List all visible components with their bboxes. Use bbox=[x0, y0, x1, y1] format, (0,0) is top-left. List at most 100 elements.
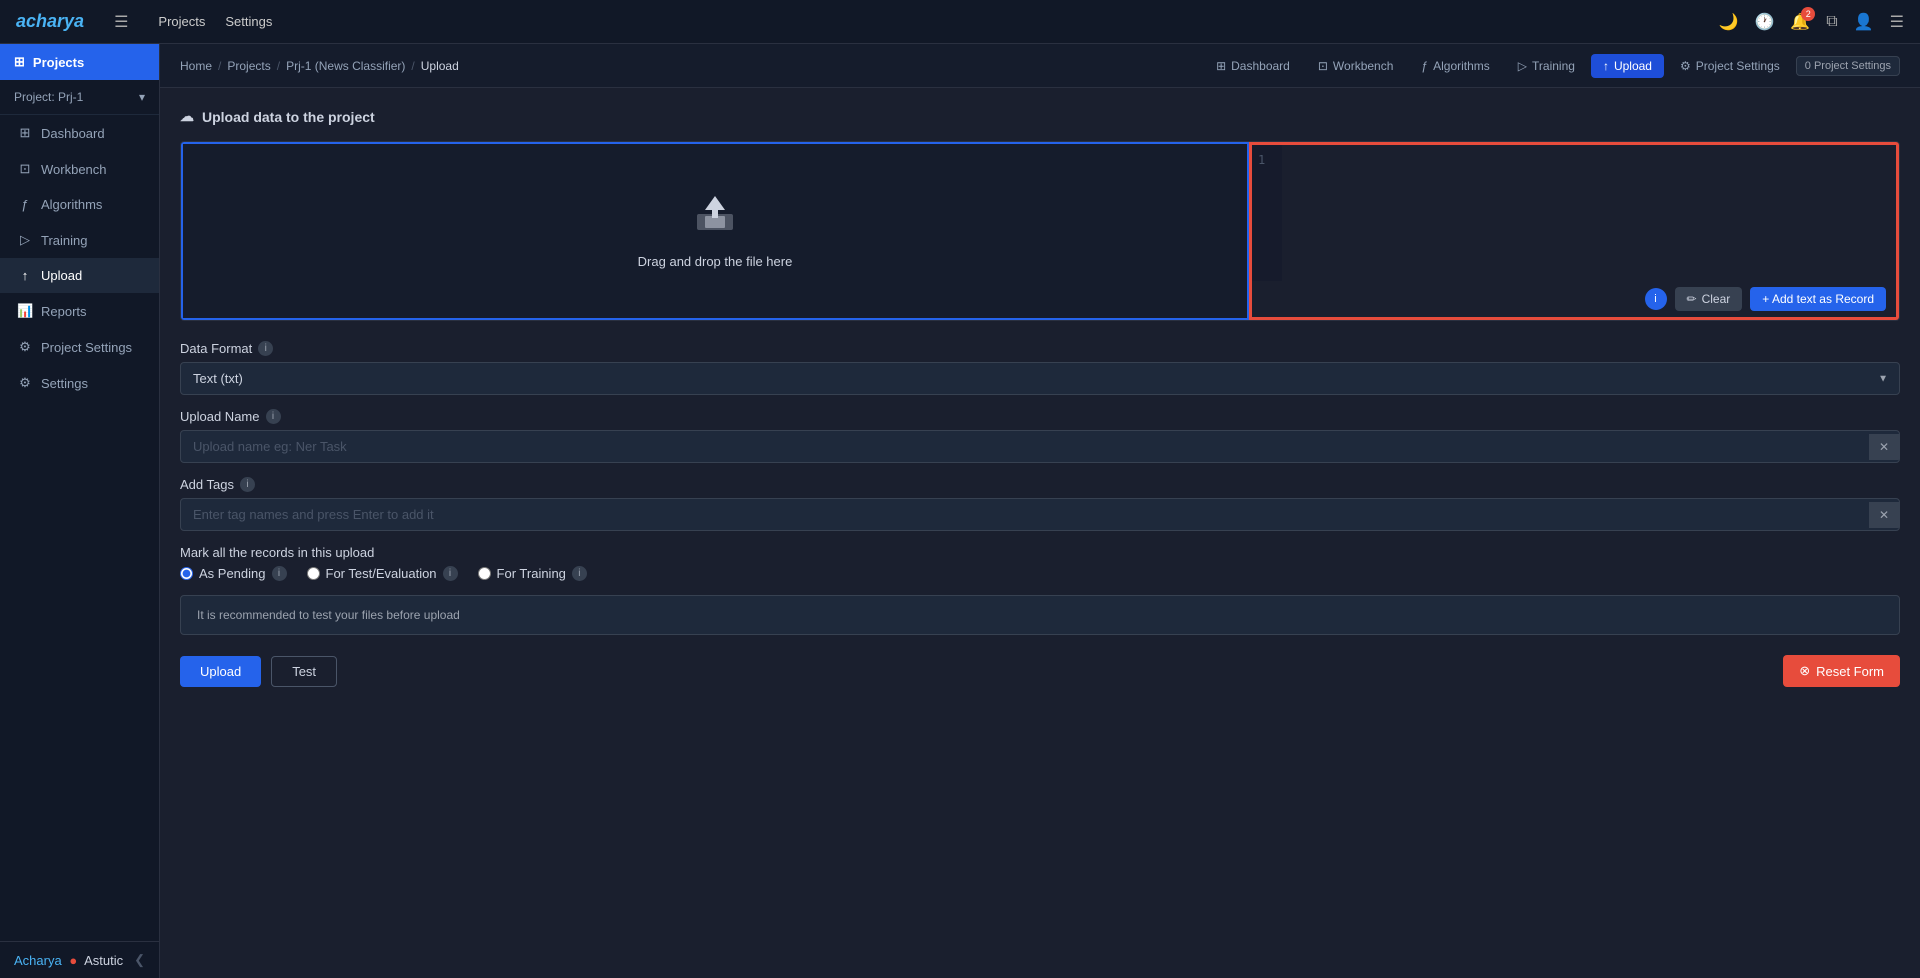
radio-test-label[interactable]: For Test/Evaluation i bbox=[307, 566, 458, 581]
radio-training-label[interactable]: For Training i bbox=[478, 566, 587, 581]
sidebar-item-project-settings[interactable]: ⚙ Project Settings bbox=[0, 329, 159, 365]
breadcrumb-project-name[interactable]: Prj-1 (News Classifier) bbox=[286, 59, 405, 73]
content-area: Home / Projects / Prj-1 (News Classifier… bbox=[160, 44, 1920, 978]
upload-name-input-wrapper: ✕ bbox=[180, 430, 1900, 463]
sidebar-item-label: Dashboard bbox=[41, 126, 105, 141]
nav-training-btn[interactable]: ▷ Training bbox=[1506, 54, 1587, 78]
sidebar-item-label: Project Settings bbox=[41, 340, 132, 355]
editor-info-button[interactable]: i bbox=[1645, 288, 1667, 310]
text-editor-inner: 1 bbox=[1252, 145, 1896, 281]
page-title: ☁ Upload data to the project bbox=[180, 108, 1900, 125]
sidebar-projects-label: Projects bbox=[33, 55, 84, 70]
nav-dashboard-btn[interactable]: ⊞ Dashboard bbox=[1204, 54, 1302, 78]
radio-test[interactable] bbox=[307, 567, 320, 580]
sidebar-projects-header[interactable]: ⊞ Projects bbox=[0, 44, 159, 80]
nav-workbench-btn[interactable]: ⊡ Workbench bbox=[1306, 54, 1406, 78]
sidebar-item-reports[interactable]: 📊 Reports bbox=[0, 293, 159, 329]
breadcrumb-current: Upload bbox=[421, 59, 459, 73]
radio-pending[interactable] bbox=[180, 567, 193, 580]
breadcrumb-home[interactable]: Home bbox=[180, 59, 212, 73]
data-format-info-icon[interactable]: i bbox=[258, 341, 273, 356]
algorithms-icon: ƒ bbox=[17, 197, 33, 212]
topbar-right: 🌙 🕐 🔔 2 ⧉ 👤 ☰ bbox=[1719, 12, 1904, 32]
breadcrumb-projects[interactable]: Projects bbox=[227, 59, 270, 73]
upload-name-clear-btn[interactable]: ✕ bbox=[1869, 434, 1899, 460]
sidebar-item-settings[interactable]: ⚙ Settings bbox=[0, 365, 159, 401]
app-logo: acharya bbox=[16, 11, 84, 32]
sidebar-item-dashboard[interactable]: ⊞ Dashboard bbox=[0, 115, 159, 151]
action-bar: Upload Test ⊗ Reset Form bbox=[180, 655, 1900, 687]
chevron-down-icon: ▾ bbox=[139, 90, 145, 104]
training-icon: ▷ bbox=[17, 232, 33, 248]
upload-name-input[interactable] bbox=[181, 431, 1869, 462]
hamburger-icon[interactable]: ☰ bbox=[114, 12, 128, 32]
collapse-icon[interactable]: ❮ bbox=[134, 952, 145, 968]
data-format-section: Data Format i Text (txt) CSV JSON XML bbox=[180, 341, 1900, 395]
upload-name-label: Upload Name i bbox=[180, 409, 1900, 424]
sidebar-footer: Acharya ● Astutic ❮ bbox=[0, 941, 159, 978]
text-editor-footer: i ✏ Clear + Add text as Record bbox=[1252, 281, 1896, 317]
sidebar-item-training[interactable]: ▷ Training bbox=[0, 222, 159, 258]
data-format-select-wrapper: Text (txt) CSV JSON XML bbox=[180, 362, 1900, 395]
test-info-icon[interactable]: i bbox=[443, 566, 458, 581]
sidebar-footer-brand: Acharya ● Astutic bbox=[14, 953, 123, 968]
main-layout: ⊞ Projects Project: Prj-1 ▾ ⊞ Dashboard … bbox=[0, 44, 1920, 978]
sidebar-item-label: Settings bbox=[41, 376, 88, 391]
nav-settings[interactable]: Settings bbox=[225, 14, 272, 29]
drop-zone[interactable]: Drag and drop the file here bbox=[181, 142, 1249, 320]
upload-nav-icon: ↑ bbox=[1603, 59, 1609, 73]
sidebar: ⊞ Projects Project: Prj-1 ▾ ⊞ Dashboard … bbox=[0, 44, 160, 978]
window-icon[interactable]: ⧉ bbox=[1826, 13, 1837, 31]
sidebar-item-label: Upload bbox=[41, 268, 82, 283]
training-nav-icon: ▷ bbox=[1518, 59, 1527, 73]
avatar-icon[interactable]: 👤 bbox=[1854, 12, 1874, 32]
secondary-nav-buttons: ⊞ Dashboard ⊡ Workbench ƒ Algorithms ▷ T… bbox=[1204, 54, 1900, 78]
data-format-select[interactable]: Text (txt) CSV JSON XML bbox=[180, 362, 1900, 395]
nav-projects[interactable]: Projects bbox=[158, 14, 205, 29]
sidebar-item-workbench[interactable]: ⊡ Workbench bbox=[0, 151, 159, 187]
drop-upload-icon bbox=[691, 194, 739, 242]
radio-pending-label[interactable]: As Pending i bbox=[180, 566, 287, 581]
info-box: It is recommended to test your files bef… bbox=[180, 595, 1900, 635]
editor-add-text-button[interactable]: + Add text as Record bbox=[1750, 287, 1886, 311]
text-editor-input[interactable] bbox=[1282, 145, 1896, 281]
sidebar-item-label: Algorithms bbox=[41, 197, 102, 212]
nav-upload-btn[interactable]: ↑ Upload bbox=[1591, 54, 1664, 78]
mark-records-section: Mark all the records in this upload As P… bbox=[180, 545, 1900, 581]
training-info-icon[interactable]: i bbox=[572, 566, 587, 581]
nav-algorithms-btn[interactable]: ƒ Algorithms bbox=[1409, 54, 1501, 78]
more-menu-icon[interactable]: ☰ bbox=[1890, 12, 1904, 32]
proj-settings-nav-icon: ⚙ bbox=[1680, 59, 1691, 73]
test-button[interactable]: Test bbox=[271, 656, 337, 687]
sidebar-item-label: Reports bbox=[41, 304, 87, 319]
project-settings-badge: 0 Project Settings bbox=[1796, 56, 1900, 76]
notification-badge: 2 bbox=[1801, 7, 1815, 21]
editor-clear-button[interactable]: ✏ Clear bbox=[1675, 287, 1743, 311]
upload-button[interactable]: Upload bbox=[180, 656, 261, 687]
upload-name-info-icon[interactable]: i bbox=[266, 409, 281, 424]
page-upload-icon: ☁ bbox=[180, 108, 194, 125]
moon-icon[interactable]: 🌙 bbox=[1719, 12, 1739, 32]
clock-icon[interactable]: 🕐 bbox=[1754, 12, 1774, 32]
upload-icon: ↑ bbox=[17, 268, 33, 283]
notification-icon[interactable]: 🔔 2 bbox=[1790, 12, 1810, 32]
sidebar-item-upload[interactable]: ↑ Upload bbox=[0, 258, 159, 293]
dashboard-nav-icon: ⊞ bbox=[1216, 59, 1226, 73]
sidebar-project-item[interactable]: Project: Prj-1 ▾ bbox=[0, 80, 159, 115]
company-name: Astutic bbox=[84, 953, 123, 968]
radio-group: As Pending i For Test/Evaluation i For T… bbox=[180, 566, 1900, 581]
add-tags-info-icon[interactable]: i bbox=[240, 477, 255, 492]
nav-project-settings-btn[interactable]: ⚙ Project Settings bbox=[1668, 54, 1792, 78]
secondary-nav: Home / Projects / Prj-1 (News Classifier… bbox=[160, 44, 1920, 88]
reset-icon: ⊗ bbox=[1799, 663, 1810, 679]
drop-text: Drag and drop the file here bbox=[638, 254, 793, 269]
reset-form-button[interactable]: ⊗ Reset Form bbox=[1783, 655, 1900, 687]
pending-info-icon[interactable]: i bbox=[272, 566, 287, 581]
logo-text: acharya bbox=[16, 11, 84, 31]
radio-training[interactable] bbox=[478, 567, 491, 580]
breadcrumb-sep3: / bbox=[411, 59, 414, 73]
workbench-nav-icon: ⊡ bbox=[1318, 59, 1328, 73]
add-tags-input[interactable] bbox=[181, 499, 1869, 530]
sidebar-item-algorithms[interactable]: ƒ Algorithms bbox=[0, 187, 159, 222]
add-tags-clear-btn[interactable]: ✕ bbox=[1869, 502, 1899, 528]
